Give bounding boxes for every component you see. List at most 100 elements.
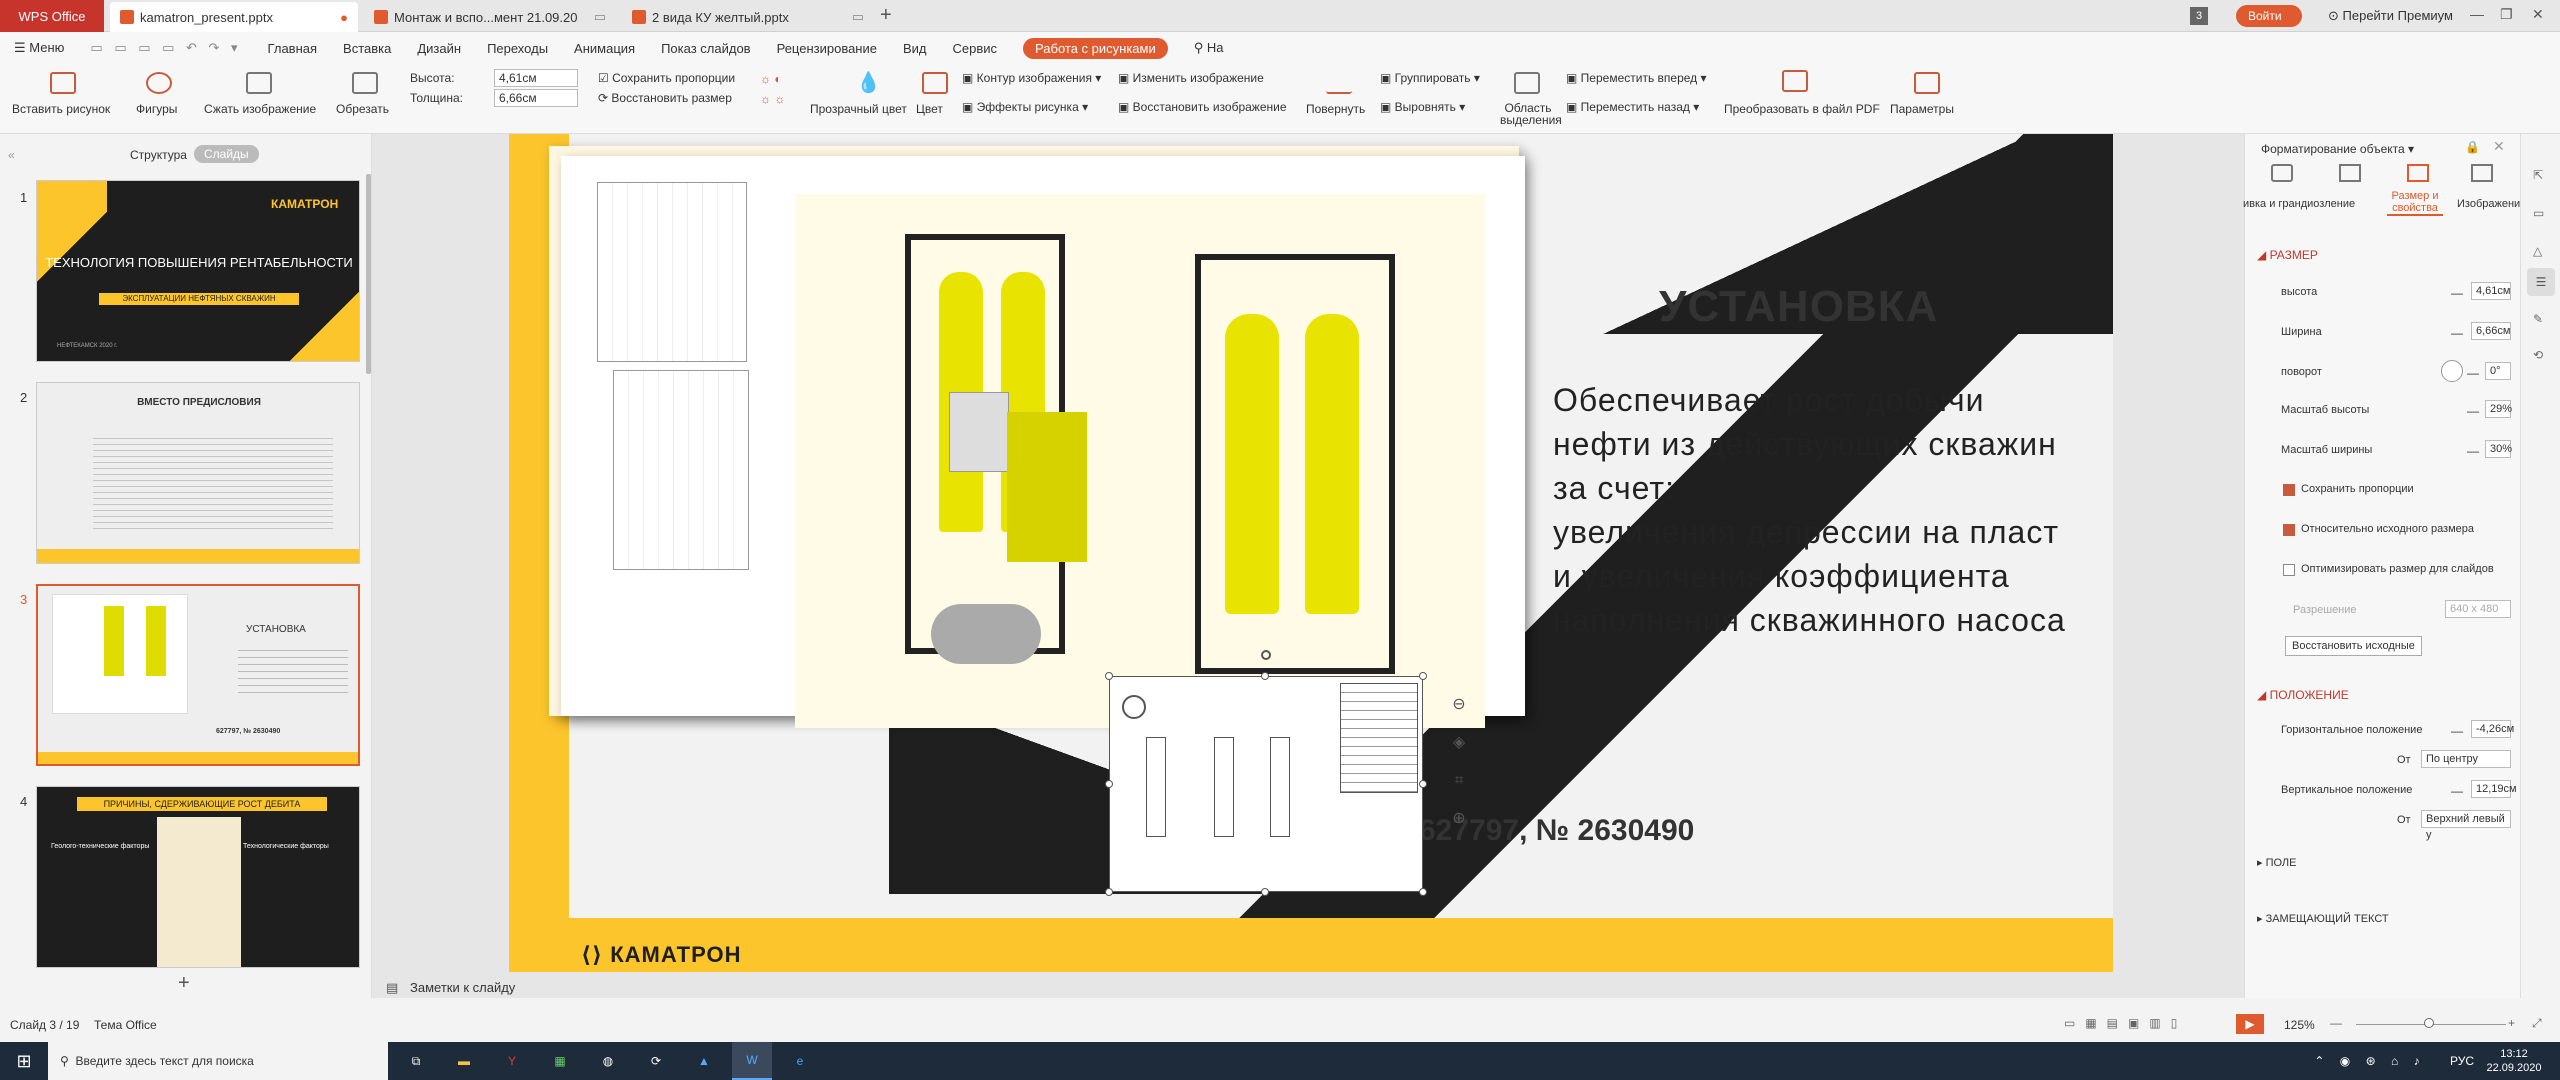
wps-taskbar-icon[interactable]: W: [732, 1042, 772, 1080]
params-button[interactable]: Параметры: [1890, 102, 1954, 116]
collapse-panel-icon[interactable]: «: [8, 148, 15, 162]
explorer-icon[interactable]: ▬: [444, 1042, 484, 1080]
alt-text-section[interactable]: ▸ ЗАМЕЩАЮЩИЙ ТЕКСТ: [2257, 912, 2389, 925]
app-icon[interactable]: ◍: [588, 1042, 628, 1080]
tools-icon[interactable]: ✎: [2533, 312, 2543, 326]
rotation-decrement[interactable]: —: [2467, 366, 2479, 380]
size-section[interactable]: ◢ РАЗМЕР: [2257, 248, 2318, 262]
bring-forward-button[interactable]: ▣ Переместить вперед ▾: [1566, 71, 1707, 85]
tab-insert[interactable]: Вставка: [343, 41, 391, 56]
tab-animation[interactable]: Анимация: [574, 41, 635, 56]
slide-3[interactable]: ⟨⟩ КАМАТРОН УСТАНОВКА Обеспечивает рост …: [509, 134, 2113, 972]
vert-from-select[interactable]: Верхний левый у: [2421, 810, 2511, 841]
tab-monitor-icon[interactable]: ▭: [852, 9, 864, 25]
edge-icon[interactable]: e: [780, 1042, 820, 1080]
scale-w-spin[interactable]: 30%: [2485, 440, 2512, 458]
crop-button[interactable]: Обрезать: [336, 102, 389, 116]
insert-picture-button[interactable]: Вставить рисунок: [12, 102, 110, 116]
sync-icon[interactable]: ⟳: [636, 1042, 676, 1080]
height-spin[interactable]: 4,61см: [2471, 282, 2511, 300]
horiz-from-select[interactable]: По центру: [2421, 750, 2511, 768]
close-window-button[interactable]: ✕: [2532, 6, 2544, 23]
resize-handle[interactable]: [1105, 888, 1113, 896]
rotation-spin[interactable]: 0°: [2485, 362, 2511, 380]
panel-title[interactable]: Форматирование объекта ▾: [2261, 142, 2414, 156]
tab-structure[interactable]: Структура: [130, 148, 187, 162]
resize-handle[interactable]: [1419, 888, 1427, 896]
group-button[interactable]: ▣ Группировать ▾: [1380, 71, 1480, 85]
image-adjust-icons-2[interactable]: ☼ ☼: [760, 92, 785, 106]
history-icon[interactable]: ⟲: [2533, 348, 2543, 362]
slide-thumb-1[interactable]: КАМАТРОН ТЕХНОЛОГИЯ ПОВЫШЕНИЯ РЕНТАБЕЛЬН…: [36, 180, 360, 362]
slides-scrollbar[interactable]: [366, 174, 371, 374]
tab-design[interactable]: Дизайн: [417, 41, 461, 56]
properties-icon[interactable]: ☰: [2527, 268, 2555, 296]
image-adjust-icons[interactable]: ☼ ◐: [760, 72, 782, 86]
keep-ratio-checkbox[interactable]: ☑ Сохранить пропорции: [598, 71, 735, 85]
scale-w-decrement[interactable]: —: [2467, 444, 2479, 458]
tab-view[interactable]: Вид: [903, 41, 927, 56]
slide-title[interactable]: УСТАНОВКА: [1659, 282, 1938, 332]
rotate-button[interactable]: Повернуть: [1306, 102, 1365, 116]
view-mode-icons[interactable]: ▭▦▤▣▥▯: [2064, 1016, 2187, 1030]
tab-unsaved-dot-icon[interactable]: ●: [340, 10, 348, 25]
slide-thumb-3[interactable]: УСТАНОВКА 627797, № 2630490: [36, 584, 360, 766]
tab-transitions[interactable]: Переходы: [487, 41, 548, 56]
tab-count-badge[interactable]: 3: [2190, 7, 2208, 25]
tab-service[interactable]: Сервис: [953, 41, 998, 56]
width-input[interactable]: 6,66см: [494, 89, 578, 107]
height-input[interactable]: 4,61см: [494, 69, 578, 87]
search-box[interactable]: ⚲ На: [1194, 40, 1224, 56]
resize-handle[interactable]: [1419, 780, 1427, 788]
resolution-select[interactable]: 640 x 480: [2445, 600, 2511, 618]
align-button[interactable]: ▣ Выровнять ▾: [1380, 100, 1465, 114]
height-decrement[interactable]: —: [2451, 286, 2463, 300]
calculator-icon[interactable]: ▦: [540, 1042, 580, 1080]
taskbar-search[interactable]: ⚲ Введите здесь текст для поиска: [48, 1042, 388, 1080]
restore-original-button[interactable]: Восстановить исходные: [2285, 636, 2422, 656]
task-view-icon[interactable]: ⧉: [396, 1042, 436, 1080]
panel-pin-icon[interactable]: 🔒: [2465, 140, 2480, 154]
cursor-icon[interactable]: ⇱: [2533, 168, 2543, 182]
shapes-button[interactable]: Фигуры: [136, 102, 177, 116]
field-section[interactable]: ▸ ПОЛЕ: [2257, 856, 2296, 869]
rotation-dial[interactable]: [2441, 360, 2463, 382]
tab-review[interactable]: Рецензирование: [777, 41, 877, 56]
width-spin[interactable]: 6,66см: [2471, 322, 2511, 340]
tab-size-properties[interactable]: Размер и свойства: [2387, 190, 2443, 216]
zoom-level[interactable]: 125%: [2284, 1018, 2315, 1032]
rotate-handle-icon[interactable]: [1261, 650, 1271, 660]
wps-home-button[interactable]: WPS Office: [0, 0, 104, 32]
vert-decrement[interactable]: —: [2451, 784, 2463, 798]
yandex-icon[interactable]: Y: [492, 1042, 532, 1080]
color-button[interactable]: Цвет: [916, 102, 943, 116]
vert-spin[interactable]: 12,19см: [2471, 780, 2517, 798]
tray-icons[interactable]: ⌃ ◉ ⊛ ⌂ ♪: [2300, 1042, 2440, 1080]
zoom-out-icon[interactable]: —: [2330, 1016, 2342, 1030]
tab-kamatron-present[interactable]: kamatron_present.pptx ●: [110, 2, 358, 32]
send-backward-button[interactable]: ▣ Переместить назад ▾: [1566, 100, 1699, 114]
horiz-decrement[interactable]: —: [2451, 724, 2463, 738]
image-outline-button[interactable]: ▣ Контур изображения ▾: [962, 71, 1101, 85]
scale-h-decrement[interactable]: —: [2467, 404, 2479, 418]
resize-handle[interactable]: [1105, 672, 1113, 680]
layers-icon[interactable]: ◈: [1447, 724, 1471, 762]
resize-handle[interactable]: [1261, 888, 1269, 896]
restore-size-button[interactable]: ⟳ Восстановить размер: [598, 91, 732, 105]
horiz-spin[interactable]: -4,26см: [2471, 720, 2514, 738]
maximize-button[interactable]: ❐: [2500, 6, 2513, 23]
quick-access-icons[interactable]: ▭ ▭ ▭ ▭ ↶ ↷ ▾: [90, 40, 241, 56]
crop-icon[interactable]: ⌗: [1447, 762, 1471, 800]
slide-thumb-4[interactable]: ПРИЧИНЫ, СДЕРЖИВАЮЩИЕ РОСТ ДЕБИТА Геолог…: [36, 786, 360, 968]
tab-home[interactable]: Главная: [268, 41, 317, 56]
main-menu-button[interactable]: ☰ Меню: [14, 40, 64, 56]
resize-handle[interactable]: [1261, 672, 1269, 680]
relative-original-checkbox[interactable]: [2283, 524, 2295, 536]
convert-pdf-button[interactable]: Преобразовать в файл PDF: [1724, 102, 1880, 116]
minimize-button[interactable]: —: [2470, 6, 2484, 22]
slide-thumb-2[interactable]: ВМЕСТО ПРЕДИСЛОВИЯ: [36, 382, 360, 564]
keep-ratio-checkbox[interactable]: [2283, 484, 2295, 496]
window-icon[interactable]: ▭: [2533, 206, 2544, 220]
login-button[interactable]: Войти: [2236, 5, 2302, 27]
scale-h-spin[interactable]: 29%: [2485, 400, 2512, 418]
